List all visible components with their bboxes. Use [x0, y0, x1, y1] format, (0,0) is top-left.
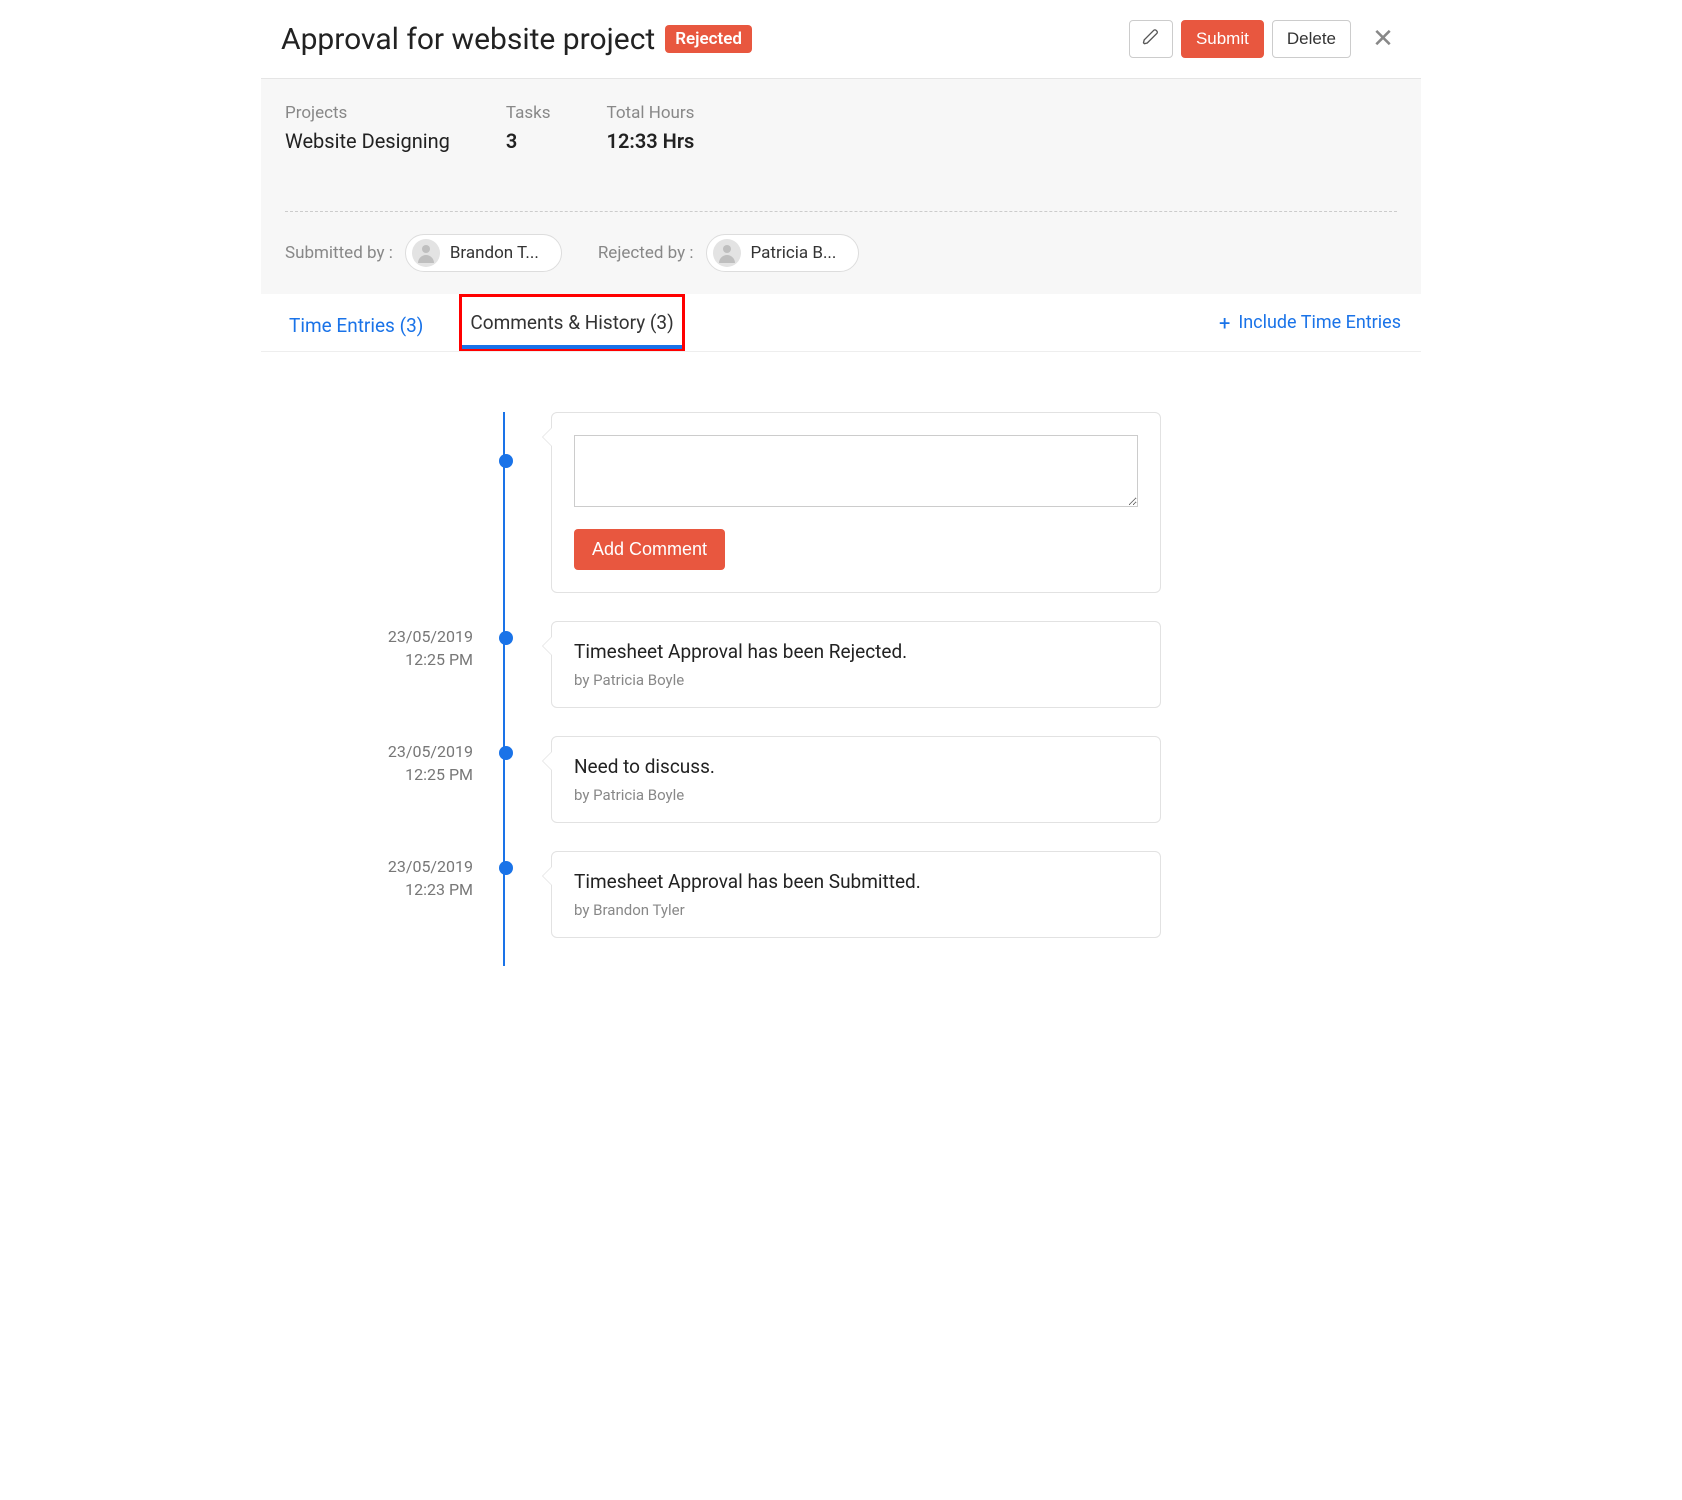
pencil-icon — [1141, 27, 1161, 52]
submitted-by-name: Brandon T... — [450, 243, 539, 263]
timeline-card: Timesheet Approval has been Rejected. by… — [551, 621, 1161, 708]
rejected-by-chip[interactable]: Patricia B... — [706, 234, 860, 272]
include-time-entries-link[interactable]: + Include Time Entries — [1219, 298, 1401, 347]
timeline-timestamp: 23/05/2019 12:25 PM — [281, 736, 491, 823]
summary-projects: Projects Website Designing — [285, 103, 450, 153]
timeline-message: Need to discuss. — [574, 755, 1138, 778]
timeline-message: Timesheet Approval has been Rejected. — [574, 640, 1138, 663]
close-icon[interactable]: ✕ — [1365, 21, 1401, 57]
add-comment-button[interactable]: Add Comment — [574, 529, 725, 570]
timeline-timestamp: 23/05/2019 12:25 PM — [281, 621, 491, 708]
timeline-row: 23/05/2019 12:23 PM Timesheet Approval h… — [281, 851, 1401, 938]
avatar-icon — [412, 239, 440, 267]
timeline-row: 23/05/2019 12:25 PM Timesheet Approval h… — [281, 621, 1401, 708]
tabs-row: Time Entries (3) Comments & History (3) … — [261, 294, 1421, 352]
timeline-dot-icon — [499, 454, 513, 468]
timeline-author: by Patricia Boyle — [574, 671, 1138, 689]
hours-label: Total Hours — [607, 103, 695, 123]
tasks-value: 3 — [506, 129, 551, 153]
rejected-by-label: Rejected by : — [598, 243, 694, 263]
submit-button[interactable]: Submit — [1181, 20, 1264, 58]
timeline-author: by Patricia Boyle — [574, 786, 1138, 804]
summary-band: Projects Website Designing Tasks 3 Total… — [261, 79, 1421, 294]
tab-time-entries[interactable]: Time Entries (3) — [281, 300, 431, 351]
summary-hours: Total Hours 12:33 Hrs — [607, 103, 695, 153]
summary-tasks: Tasks 3 — [506, 103, 551, 153]
timeline-card: Need to discuss. by Patricia Boyle — [551, 736, 1161, 823]
timeline-compose-row: Add Comment — [281, 412, 1401, 593]
projects-value: Website Designing — [285, 129, 450, 153]
submitted-by-label: Submitted by : — [285, 243, 393, 263]
timeline-row: 23/05/2019 12:25 PM Need to discuss. by … — [281, 736, 1401, 823]
avatar-icon — [713, 239, 741, 267]
tasks-label: Tasks — [506, 103, 551, 123]
page-title: Approval for website project — [281, 22, 655, 57]
highlight-box: Comments & History (3) — [459, 294, 684, 351]
timeline-card: Timesheet Approval has been Submitted. b… — [551, 851, 1161, 938]
hours-value: 12:33 Hrs — [607, 129, 695, 153]
timeline-dot-icon — [499, 861, 513, 875]
plus-icon: + — [1219, 313, 1230, 333]
delete-button[interactable]: Delete — [1272, 20, 1351, 58]
timeline-message: Timesheet Approval has been Submitted. — [574, 870, 1138, 893]
page-header: Approval for website project Rejected Su… — [261, 0, 1421, 79]
tab-comments-history[interactable]: Comments & History (3) — [462, 297, 681, 348]
timeline-dot-icon — [499, 746, 513, 760]
rejected-by-name: Patricia B... — [751, 243, 837, 263]
status-badge: Rejected — [665, 25, 752, 53]
edit-button[interactable] — [1129, 20, 1173, 58]
timeline-timestamp: 23/05/2019 12:23 PM — [281, 851, 491, 938]
comment-input[interactable] — [574, 435, 1138, 507]
timeline-author: by Brandon Tyler — [574, 901, 1138, 919]
projects-label: Projects — [285, 103, 450, 123]
compose-card: Add Comment — [551, 412, 1161, 593]
include-time-entries-label: Include Time Entries — [1238, 312, 1401, 333]
timeline-dot-icon — [499, 631, 513, 645]
submitted-by-chip[interactable]: Brandon T... — [405, 234, 562, 272]
